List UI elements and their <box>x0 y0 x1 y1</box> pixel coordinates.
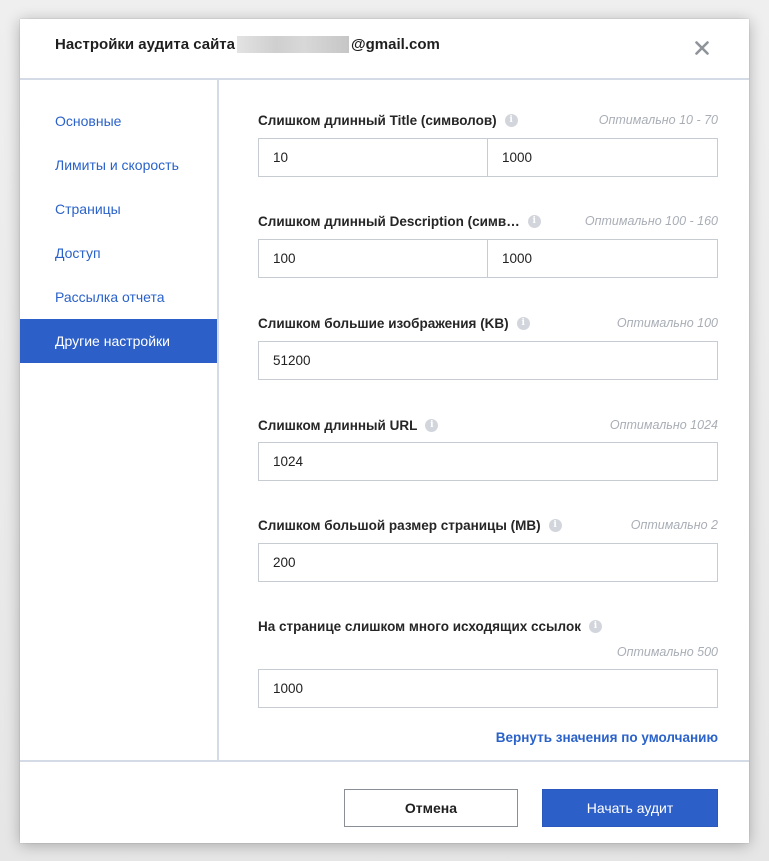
dialog-footer: Отмена Начать аудит <box>20 760 749 843</box>
sidebar-item-label: Доступ <box>55 245 101 261</box>
description-max-input[interactable]: 1000 <box>487 239 718 278</box>
field-label-large-images: Слишком большие изображения (KB) <box>258 316 530 331</box>
field-hint-long-title: Оптимально 10 - 70 <box>598 113 718 127</box>
redacted-email-block <box>237 36 349 53</box>
field-hint-large-images: Оптимально 100 <box>616 316 718 330</box>
dialog-title: Настройки аудита сайта @gmail.com <box>55 36 440 53</box>
info-icon[interactable] <box>548 519 562 532</box>
sidebar-item-label: Рассылка отчета <box>55 289 165 305</box>
sidebar-item-limits-speed[interactable]: Лимиты и скорость <box>20 143 217 187</box>
info-icon[interactable] <box>527 215 541 228</box>
settings-sidebar: Основные Лимиты и скорость Страницы Дост… <box>20 80 219 760</box>
field-label-text: На странице слишком много исходящих ссыл… <box>258 619 581 634</box>
dialog-title-prefix: Настройки аудита сайта <box>55 36 235 53</box>
field-label-page-size: Слишком большой размер страницы (MB) <box>258 518 562 533</box>
audit-settings-dialog: Настройки аудита сайта @gmail.com Основн… <box>20 19 749 843</box>
sidebar-item-basic[interactable]: Основные <box>20 99 217 143</box>
description-min-input[interactable]: 100 <box>258 239 488 278</box>
info-icon[interactable] <box>588 620 602 633</box>
field-label-text: Слишком большой размер страницы (MB) <box>258 518 541 533</box>
close-icon <box>695 41 709 55</box>
outgoing-links-input[interactable]: 1000 <box>258 669 718 708</box>
dialog-title-suffix: @gmail.com <box>351 36 440 53</box>
title-max-input[interactable]: 1000 <box>487 138 718 177</box>
field-label-text: Слишком большие изображения (KB) <box>258 316 509 331</box>
page-size-input[interactable]: 200 <box>258 543 718 582</box>
cancel-button[interactable]: Отмена <box>344 789 518 827</box>
close-button[interactable] <box>688 34 716 62</box>
reset-defaults-link[interactable]: Вернуть значения по умолчанию <box>496 730 718 745</box>
settings-content: Слишком длинный Title (символов) Оптимал… <box>219 80 749 760</box>
field-hint-page-size: Оптимально 2 <box>630 518 718 532</box>
field-label-long-description: Слишком длинный Description (симв… <box>258 214 541 229</box>
field-hint-outgoing-links: Оптимально 500 <box>616 645 718 659</box>
field-label-text: Слишком длинный Description (симв… <box>258 214 520 229</box>
start-audit-button[interactable]: Начать аудит <box>542 789 718 827</box>
large-images-input[interactable]: 51200 <box>258 341 718 380</box>
sidebar-item-pages[interactable]: Страницы <box>20 187 217 231</box>
title-min-input[interactable]: 10 <box>258 138 488 177</box>
dialog-header: Настройки аудита сайта @gmail.com <box>20 19 749 80</box>
sidebar-item-label: Страницы <box>55 201 121 217</box>
info-icon[interactable] <box>504 114 518 127</box>
field-label-text: Слишком длинный Title (символов) <box>258 113 497 128</box>
field-hint-long-description: Оптимально 100 - 160 <box>584 214 718 228</box>
sidebar-item-label: Другие настройки <box>55 333 170 349</box>
field-label-long-title: Слишком длинный Title (символов) <box>258 113 518 128</box>
long-url-input[interactable]: 1024 <box>258 442 718 481</box>
field-label-long-url: Слишком длинный URL <box>258 418 439 433</box>
sidebar-item-report-mailing[interactable]: Рассылка отчета <box>20 275 217 319</box>
field-hint-long-url: Оптимально 1024 <box>609 418 718 432</box>
field-label-text: Слишком длинный URL <box>258 418 418 433</box>
info-icon[interactable] <box>425 419 439 432</box>
sidebar-item-label: Лимиты и скорость <box>55 157 179 173</box>
field-label-outgoing-links: На странице слишком много исходящих ссыл… <box>258 619 602 634</box>
sidebar-item-access[interactable]: Доступ <box>20 231 217 275</box>
info-icon[interactable] <box>516 317 530 330</box>
sidebar-item-other-settings[interactable]: Другие настройки <box>20 319 217 363</box>
sidebar-item-label: Основные <box>55 113 122 129</box>
